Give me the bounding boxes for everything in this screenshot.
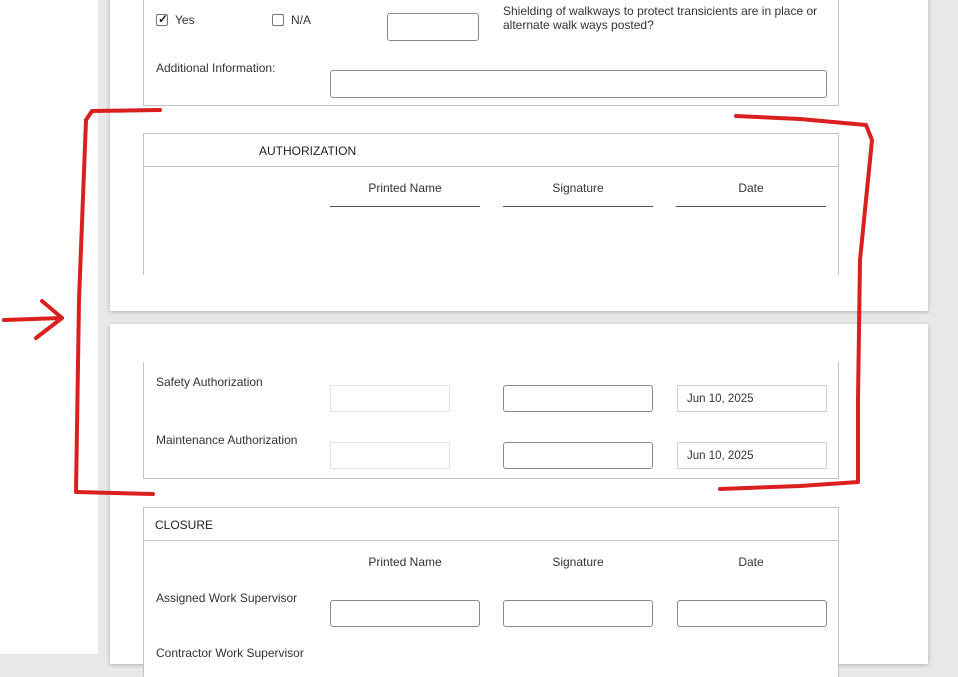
form-page-1: ✓ Yes N/A Shielding of walkways to prote… xyxy=(110,0,928,311)
authorization-row-label: Maintenance Authorization xyxy=(156,433,298,447)
safety-signature-input[interactable] xyxy=(503,385,653,412)
authorization-title: AUTHORIZATION xyxy=(259,144,357,158)
closure-row-label: Assigned Work Supervisor xyxy=(156,591,298,605)
additional-info-input[interactable] xyxy=(330,70,827,98)
authorization-section: AUTHORIZATION Printed Name Signature Dat… xyxy=(143,133,839,275)
safety-printed-name-input[interactable] xyxy=(330,385,450,412)
form-page-2: Safety Authorization Jun 10, 2025 Mainte… xyxy=(110,324,928,677)
authorization-row-label: Safety Authorization xyxy=(156,375,263,389)
signature-underline xyxy=(503,206,653,207)
date-header: Date xyxy=(738,181,764,195)
left-margin xyxy=(0,0,98,654)
na-checkbox[interactable] xyxy=(272,14,284,26)
date-header: Date xyxy=(738,555,764,569)
closure-title: CLOSURE xyxy=(155,518,214,532)
assigned-signature-input[interactable] xyxy=(503,600,653,627)
walkway-section: ✓ Yes N/A Shielding of walkways to prote… xyxy=(143,0,839,106)
na-label: N/A xyxy=(291,13,312,27)
maintenance-date-input[interactable]: Jun 10, 2025 xyxy=(677,442,827,469)
yes-checkbox[interactable]: ✓ xyxy=(156,12,169,26)
walkway-question: Shielding of walkways to protect transic… xyxy=(503,4,818,32)
authorization-header: AUTHORIZATION xyxy=(144,134,838,167)
closure-header: CLOSURE xyxy=(144,508,838,541)
date-underline xyxy=(676,206,826,207)
authorization-rows: Safety Authorization Jun 10, 2025 Mainte… xyxy=(143,362,839,479)
yes-label: Yes xyxy=(175,13,195,27)
printed-name-header: Printed Name xyxy=(368,555,442,569)
safety-date-input[interactable]: Jun 10, 2025 xyxy=(677,385,827,412)
assigned-date-input[interactable] xyxy=(677,600,827,627)
check-icon: ✓ xyxy=(158,12,169,26)
closure-row-label: Contractor Work Supervisor xyxy=(156,646,304,660)
signature-header: Signature xyxy=(552,555,604,569)
signature-header: Signature xyxy=(552,181,604,195)
maintenance-signature-input[interactable] xyxy=(503,442,653,469)
printed-name-header: Printed Name xyxy=(368,181,442,195)
additional-info-label: Additional Information: xyxy=(156,61,276,75)
walkway-input[interactable] xyxy=(387,13,479,41)
maintenance-printed-name-input[interactable] xyxy=(330,442,450,469)
closure-section: CLOSURE Printed Name Signature Date Assi… xyxy=(143,507,839,677)
printed-name-underline xyxy=(330,206,480,207)
assigned-printed-name-input[interactable] xyxy=(330,600,480,627)
